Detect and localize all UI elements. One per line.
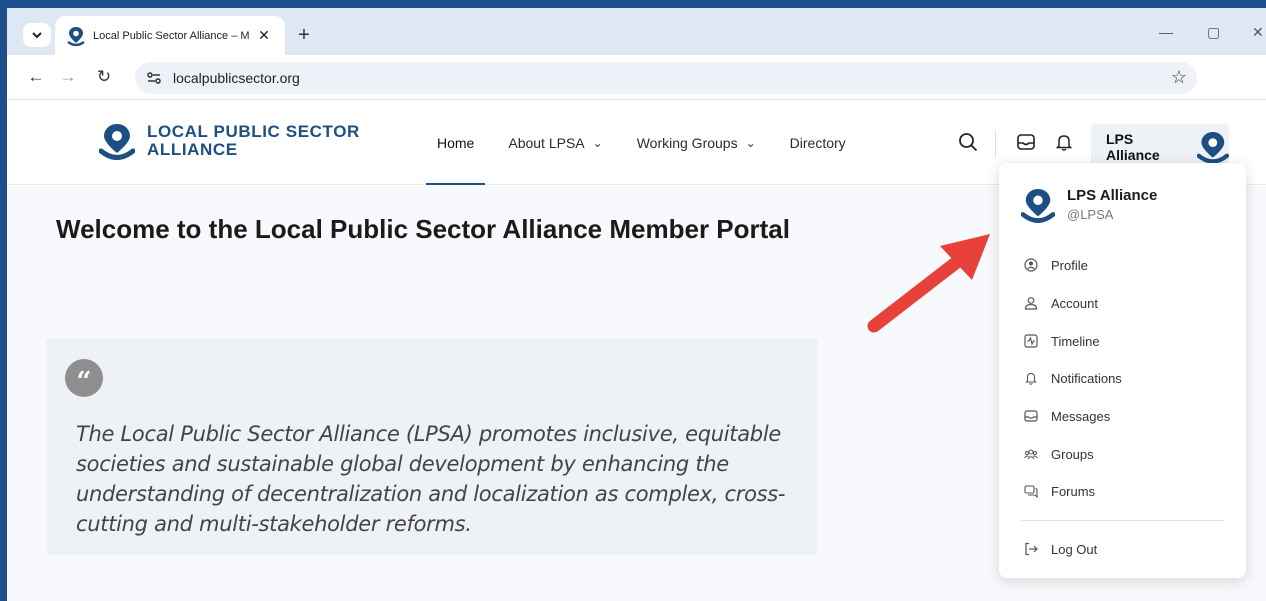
restore-icon[interactable]: ▢	[1207, 24, 1220, 41]
minimize-icon[interactable]: —	[1159, 24, 1173, 40]
nav-item-directory[interactable]: Directory	[790, 101, 846, 185]
chevron-down-icon: ⌄	[745, 136, 756, 150]
address-bar[interactable]: localpublicsector.org ☆	[135, 62, 1197, 94]
menu-item-label: Groups	[1051, 446, 1094, 462]
browser-tab[interactable]: Local Public Sector Alliance – M ✕	[55, 16, 285, 55]
close-window-icon[interactable]: ✕	[1252, 24, 1264, 41]
logo-text: LOCAL PUBLIC SECTOR ALLIANCE	[147, 123, 360, 159]
inbox-icon[interactable]	[1015, 131, 1037, 153]
logo-line-2: ALLIANCE	[147, 140, 238, 159]
tab-close-icon[interactable]: ✕	[255, 26, 273, 44]
dropdown-user-handle: @LPSA	[1067, 207, 1114, 222]
menu-item-label: Notifications	[1051, 370, 1122, 386]
user-chip-name: LPS Alliance	[1106, 131, 1160, 163]
chevron-down-icon: ⌄	[592, 136, 603, 150]
reload-icon[interactable]: ↻	[93, 66, 115, 88]
annotation-arrow-icon	[867, 234, 990, 333]
bookmark-star-icon[interactable]: ☆	[1171, 67, 1187, 88]
menu-divider	[1021, 520, 1224, 521]
back-icon[interactable]: ←	[25, 66, 47, 88]
user-icon	[1023, 295, 1039, 311]
menu-item-label: Timeline	[1051, 333, 1100, 349]
logo-line-1: LOCAL PUBLIC SECTOR	[147, 122, 360, 141]
site-logo[interactable]: LOCAL PUBLIC SECTOR ALLIANCE	[99, 122, 360, 160]
tab-search-button[interactable]	[23, 23, 51, 47]
menu-item-notifications[interactable]: Notifications	[1023, 368, 1122, 388]
browser-window: Local Public Sector Alliance – M ✕ + — ▢…	[7, 8, 1266, 601]
site-info-icon[interactable]	[143, 67, 165, 89]
menu-item-messages[interactable]: Messages	[1023, 406, 1110, 426]
activity-icon	[1023, 333, 1039, 349]
nav-item-about[interactable]: About LPSA ⌄	[508, 101, 602, 185]
quote-icon: “	[65, 359, 103, 397]
menu-item-account[interactable]: Account	[1023, 293, 1098, 313]
header-divider	[995, 131, 996, 157]
menu-item-groups[interactable]: Groups	[1023, 444, 1094, 464]
main-nav: Home About LPSA ⌄ Working Groups ⌄ Directo…	[425, 101, 880, 185]
tab-title: Local Public Sector Alliance – M	[93, 29, 250, 42]
map-pin-favicon-icon	[67, 26, 85, 46]
nav-item-working-groups[interactable]: Working Groups ⌄	[637, 101, 756, 185]
menu-item-label: Forums	[1051, 483, 1096, 499]
user-dropdown-menu: LPS Alliance @LPSA Profile Account Timel…	[999, 163, 1246, 578]
browser-toolbar: ← → ↻ localpublicsector.org ☆	[7, 55, 1266, 100]
menu-item-label: Log Out	[1051, 541, 1098, 557]
menu-item-label: Profile	[1051, 257, 1088, 273]
nav-item-label: Directory	[789, 135, 846, 151]
logout-icon	[1023, 541, 1039, 557]
tab-strip: Local Public Sector Alliance – M ✕ + — ▢…	[7, 8, 1266, 55]
user-circle-icon	[1023, 257, 1039, 273]
new-tab-button[interactable]: +	[293, 24, 315, 46]
dropdown-user-header[interactable]: LPS Alliance @LPSA	[1021, 187, 1157, 223]
menu-item-logout[interactable]: Log Out	[1023, 539, 1097, 559]
users-icon	[1023, 446, 1039, 462]
logo-map-pin-icon	[99, 124, 135, 160]
nav-item-home[interactable]: Home	[425, 101, 486, 185]
bell-icon[interactable]	[1053, 131, 1075, 153]
inbox-icon	[1023, 408, 1039, 424]
url-text: localpublicsector.org	[173, 70, 300, 86]
mission-quote-text: The Local Public Sector Alliance (LPSA) …	[76, 422, 786, 536]
nav-item-label: Working Groups	[636, 135, 738, 151]
chat-icon	[1023, 483, 1039, 499]
search-icon[interactable]	[957, 131, 979, 153]
menu-item-profile[interactable]: Profile	[1023, 255, 1088, 275]
menu-item-forums[interactable]: Forums	[1023, 481, 1095, 501]
dropdown-user-name: LPS Alliance	[1067, 187, 1158, 204]
nav-item-label: About LPSA	[508, 135, 585, 151]
avatar	[1021, 188, 1055, 223]
menu-item-timeline[interactable]: Timeline	[1023, 331, 1100, 351]
mission-quote-box: “ The Local Public Sector Alliance (LPSA…	[46, 339, 818, 555]
page-title: Welcome to the Local Public Sector Allia…	[56, 214, 790, 244]
chevron-down-icon	[32, 32, 42, 39]
nav-item-label: Home	[437, 135, 475, 151]
forward-icon[interactable]: →	[57, 66, 79, 88]
menu-item-label: Messages	[1051, 408, 1111, 424]
bell-icon	[1023, 370, 1039, 386]
avatar	[1197, 132, 1229, 164]
menu-item-label: Account	[1051, 295, 1098, 311]
